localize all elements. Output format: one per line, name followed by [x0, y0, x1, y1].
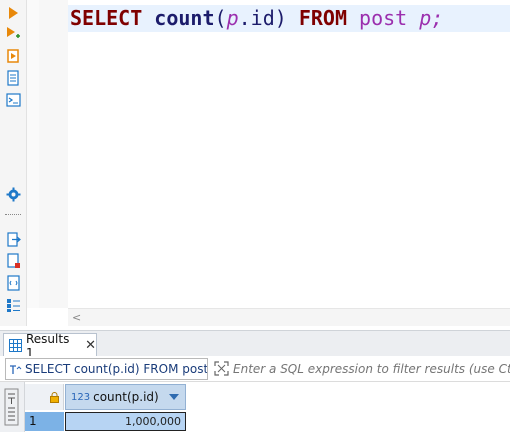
editor-gutter [27, 0, 39, 308]
active-query-text: SELECT count(p.id) FROM post p [25, 362, 208, 376]
row-number-header [25, 384, 64, 410]
settings-icon[interactable] [4, 185, 22, 203]
load-script-icon[interactable] [4, 252, 22, 270]
execute-statement-icon[interactable] [4, 4, 22, 22]
column-header-label: count(p.id) [93, 390, 159, 404]
table-cell[interactable]: 1,000,000 [65, 412, 186, 431]
close-icon[interactable]: ✕ [85, 338, 96, 353]
results-tab-bar: Results 1 ✕ [0, 330, 510, 360]
alias-p: p [226, 6, 239, 30]
toolbar-separator [5, 214, 21, 217]
sql-filter-icon [9, 363, 22, 375]
sql-editor[interactable]: SELECT count(p.id) FROM post p; [68, 0, 510, 308]
execute-script-icon[interactable] [4, 47, 22, 65]
grid-side-panel [0, 382, 25, 432]
row-number-cell[interactable]: 1 [25, 412, 64, 431]
column-header-count[interactable]: 123 count(p.id) [65, 384, 186, 410]
output-console-icon[interactable] [4, 91, 22, 109]
function-count: count [154, 6, 215, 30]
filter-expression-input[interactable] [233, 359, 510, 379]
lock-icon [50, 391, 59, 403]
editor-horizontal-scrollbar[interactable]: < [68, 308, 510, 326]
sort-arrow-icon[interactable] [169, 394, 179, 400]
format-sql-icon[interactable] [4, 274, 22, 292]
keyword-select: SELECT [70, 6, 143, 30]
table-alias: p [419, 6, 432, 30]
filter-bar: SELECT count(p.id) FROM post p [0, 356, 510, 382]
grid-icon [9, 339, 22, 352]
export-results-icon[interactable] [4, 230, 22, 248]
explain-plan-icon[interactable] [4, 69, 22, 87]
scroll-left-arrow[interactable]: < [72, 309, 81, 326]
paren-open: ( [214, 6, 227, 30]
paren-close: ) [274, 6, 287, 30]
keyword-from: FROM [298, 6, 347, 30]
editor-toolbar [0, 0, 27, 326]
execute-in-new-tab-icon[interactable] [4, 25, 22, 43]
results-grid: 123 count(p.id) 1 1,000,000 [25, 382, 510, 432]
field-id: .id [238, 6, 275, 30]
active-query-label[interactable]: SELECT count(p.id) FROM post p [5, 358, 208, 380]
tab-results-1[interactable]: Results 1 ✕ [3, 332, 97, 360]
sql-query-line[interactable]: SELECT count(p.id) FROM post p; [70, 5, 443, 32]
grid-view-toggle-icon[interactable] [4, 388, 19, 429]
table-name: post [359, 6, 408, 30]
expand-icon[interactable] [214, 361, 229, 376]
line-number-ruler [39, 0, 69, 308]
outline-icon[interactable] [4, 296, 22, 314]
numeric-type-label: 123 [71, 391, 91, 403]
semicolon: ; [431, 6, 444, 30]
